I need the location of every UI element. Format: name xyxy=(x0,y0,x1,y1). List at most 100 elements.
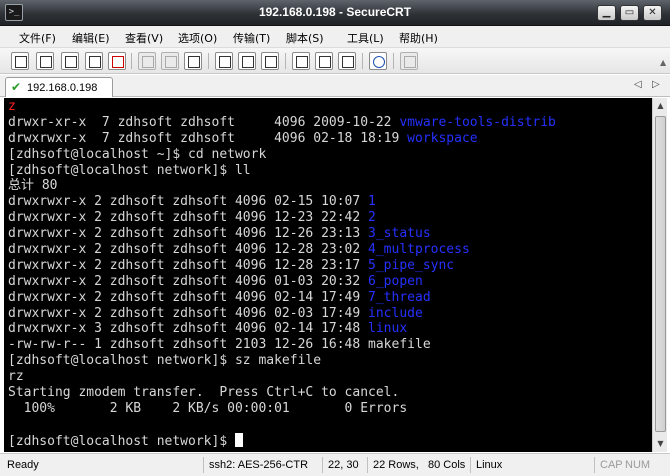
menu-tools[interactable]: 工具(L) xyxy=(347,30,384,46)
directory-name: 5_pipe_sync xyxy=(368,257,455,273)
status-divider xyxy=(322,457,323,473)
terminal-line: drwxrwxr-x 3 zdhsoft zdhsoft 4096 02-14 … xyxy=(8,321,652,337)
terminal-line: drwxrwxr-x 2 zdhsoft zdhsoft 4096 02-15 … xyxy=(8,194,652,210)
terminal-line: [zdhsoft@localhost network]$ sz makefile xyxy=(8,353,652,369)
terminal-text: drwxrwxr-x 2 zdhsoft zdhsoft 4096 12-23 … xyxy=(8,210,369,226)
directory-name: 4_multprocess xyxy=(368,242,470,258)
session-tab-label: 192.168.0.198 xyxy=(27,82,98,94)
toolbar-separator xyxy=(208,53,209,69)
menu-transfer[interactable]: 传输(T) xyxy=(233,30,270,46)
print-setup-icon[interactable] xyxy=(261,52,279,70)
status-caps-lock: CAP xyxy=(600,459,623,471)
terminal-text: -rw-rw-r-- 1 zdhsoft zdhsoft 2103 12-26 … xyxy=(8,337,431,353)
tab-scroll-left-icon[interactable]: ◁ xyxy=(634,79,642,90)
copy-icon[interactable] xyxy=(138,52,156,70)
connect-tab-icon[interactable] xyxy=(61,52,79,70)
keymap-icon[interactable] xyxy=(338,52,356,70)
status-cipher: ssh2: AES-256-CTR xyxy=(209,459,309,471)
scroll-down-icon[interactable]: ▼ xyxy=(653,436,668,451)
terminal-text: [zdhsoft@localhost network]$ sz makefile xyxy=(8,353,322,369)
toolbar-separator xyxy=(393,53,394,69)
terminal-text: drwxrwxr-x 2 zdhsoft zdhsoft 4096 12-26 … xyxy=(8,226,369,242)
toolbar-separator xyxy=(362,53,363,69)
session-tab[interactable]: ✔ 192.168.0.198 xyxy=(5,77,113,97)
terminal-scrollbar[interactable]: ▲ ▼ xyxy=(652,98,667,452)
session-options-icon[interactable] xyxy=(292,52,310,70)
scrollbar-thumb[interactable] xyxy=(655,116,666,432)
print-icon[interactable] xyxy=(215,52,233,70)
status-rows: 22 Rows, xyxy=(373,459,419,471)
terminal-output[interactable]: z drwxr-xr-x 7 zdhsoft zdhsoft 4096 2009-… xyxy=(4,98,652,452)
status-num-lock: NUM xyxy=(625,459,651,471)
session-tab-bar: ✔ 192.168.0.198 ◁ ▷ xyxy=(0,75,670,97)
terminal-line: drwxrwxr-x 2 zdhsoft zdhsoft 4096 02-03 … xyxy=(8,306,652,322)
menu-file[interactable]: 文件(F) xyxy=(19,30,56,46)
terminal-line: Starting zmodem transfer. Press Ctrl+C t… xyxy=(8,385,652,401)
terminal-line: drwxrwxr-x 2 zdhsoft zdhsoft 4096 02-14 … xyxy=(8,290,652,306)
paste-icon[interactable] xyxy=(161,52,179,70)
menu-bar: 文件(F) 编辑(E) 查看(V) 选项(O) 传输(T) 脚本(S) 工具(L… xyxy=(0,26,670,48)
status-divider xyxy=(470,457,471,473)
scroll-up-icon[interactable]: ▲ xyxy=(653,98,668,113)
directory-name: 1 xyxy=(368,194,376,210)
minimize-button[interactable]: ▁ xyxy=(597,5,616,21)
directory-name: 6_popen xyxy=(368,273,423,289)
disconnect-icon[interactable] xyxy=(108,52,126,70)
terminal-text: drwxrwxr-x 3 zdhsoft zdhsoft 4096 02-14 … xyxy=(8,321,369,337)
directory-name: 3_status xyxy=(368,226,431,242)
tab-scroll-right-icon[interactable]: ▷ xyxy=(652,79,660,90)
status-divider xyxy=(367,457,368,473)
terminal-line: drwxrwxr-x 7 zdhsoft zdhsoft 4096 02-18 … xyxy=(8,131,652,147)
menu-view[interactable]: 查看(V) xyxy=(125,30,163,46)
status-bar: Ready ssh2: AES-256-CTR 22, 30 22 Rows, … xyxy=(0,453,670,476)
directory-name: 7_thread xyxy=(368,289,431,305)
help-icon[interactable] xyxy=(369,52,387,70)
directory-name: include xyxy=(368,305,423,321)
terminal-text: 总计 80 xyxy=(8,178,58,194)
connect-icon[interactable] xyxy=(11,52,29,70)
sftp-icon[interactable] xyxy=(400,52,418,70)
directory-name: vmware-tools-distrib xyxy=(399,114,556,130)
menu-help[interactable]: 帮助(H) xyxy=(399,30,438,46)
terminal-text: drwxr-xr-x 7 zdhsoft zdhsoft 4096 2009-1… xyxy=(8,114,400,130)
terminal-text: drwxrwxr-x 2 zdhsoft zdhsoft 4096 12-28 … xyxy=(8,257,369,273)
toolbar-separator xyxy=(131,53,132,69)
terminal-line: -rw-rw-r-- 1 zdhsoft zdhsoft 2103 12-26 … xyxy=(8,337,652,353)
terminal-line: drwxr-xr-x 7 zdhsoft zdhsoft 4096 2009-1… xyxy=(8,115,652,131)
terminal-line: z xyxy=(8,99,652,115)
directory-name: 2 xyxy=(368,210,376,226)
print-selection-icon[interactable] xyxy=(238,52,256,70)
reconnect-icon[interactable] xyxy=(85,52,103,70)
terminal-text: [zdhsoft@localhost network]$ ll xyxy=(8,162,251,178)
terminal-line: drwxrwxr-x 2 zdhsoft zdhsoft 4096 12-23 … xyxy=(8,210,652,226)
toolbar-grip-icon[interactable]: ▲ xyxy=(660,58,668,68)
quick-connect-icon[interactable] xyxy=(36,52,54,70)
close-button[interactable]: ✕ xyxy=(643,5,662,21)
directory-name: linux xyxy=(368,321,408,337)
menu-script[interactable]: 脚本(S) xyxy=(286,30,324,46)
terminal-text: 100% 2 KB 2 KB/s 00:00:01 0 Errors xyxy=(8,400,408,416)
directory-name: workspace xyxy=(407,130,478,146)
connected-check-icon: ✔ xyxy=(11,80,22,94)
terminal-text: drwxrwxr-x 2 zdhsoft zdhsoft 4096 12-28 … xyxy=(8,242,369,258)
maximize-button[interactable]: ▭ xyxy=(620,5,639,21)
terminal-cursor xyxy=(234,432,243,447)
title-bar[interactable]: >_ 192.168.0.198 - SecureCRT ▁ ▭ ✕ xyxy=(0,0,670,26)
menu-edit[interactable]: 编辑(E) xyxy=(72,30,110,46)
status-cols: 80 Cols xyxy=(428,459,466,471)
terminal-line: 100% 2 KB 2 KB/s 00:00:01 0 Errors xyxy=(8,401,652,417)
terminal-text: drwxrwxr-x 2 zdhsoft zdhsoft 4096 01-03 … xyxy=(8,273,369,289)
menu-options[interactable]: 选项(O) xyxy=(178,30,217,46)
status-ready: Ready xyxy=(7,459,39,471)
terminal-line: [zdhsoft@localhost network]$ ll xyxy=(8,163,652,179)
terminal-text: drwxrwxr-x 2 zdhsoft zdhsoft 4096 02-03 … xyxy=(8,305,369,321)
find-icon[interactable] xyxy=(184,52,202,70)
global-options-icon[interactable] xyxy=(315,52,333,70)
terminal-line: [zdhsoft@localhost ~]$ cd network xyxy=(8,147,652,163)
terminal-text: rz xyxy=(8,369,24,385)
terminal-line: drwxrwxr-x 2 zdhsoft zdhsoft 4096 12-26 … xyxy=(8,226,652,242)
terminal-text: z xyxy=(8,99,16,114)
toolbar-separator xyxy=(285,53,286,69)
terminal-line: drwxrwxr-x 2 zdhsoft zdhsoft 4096 12-28 … xyxy=(8,258,652,274)
